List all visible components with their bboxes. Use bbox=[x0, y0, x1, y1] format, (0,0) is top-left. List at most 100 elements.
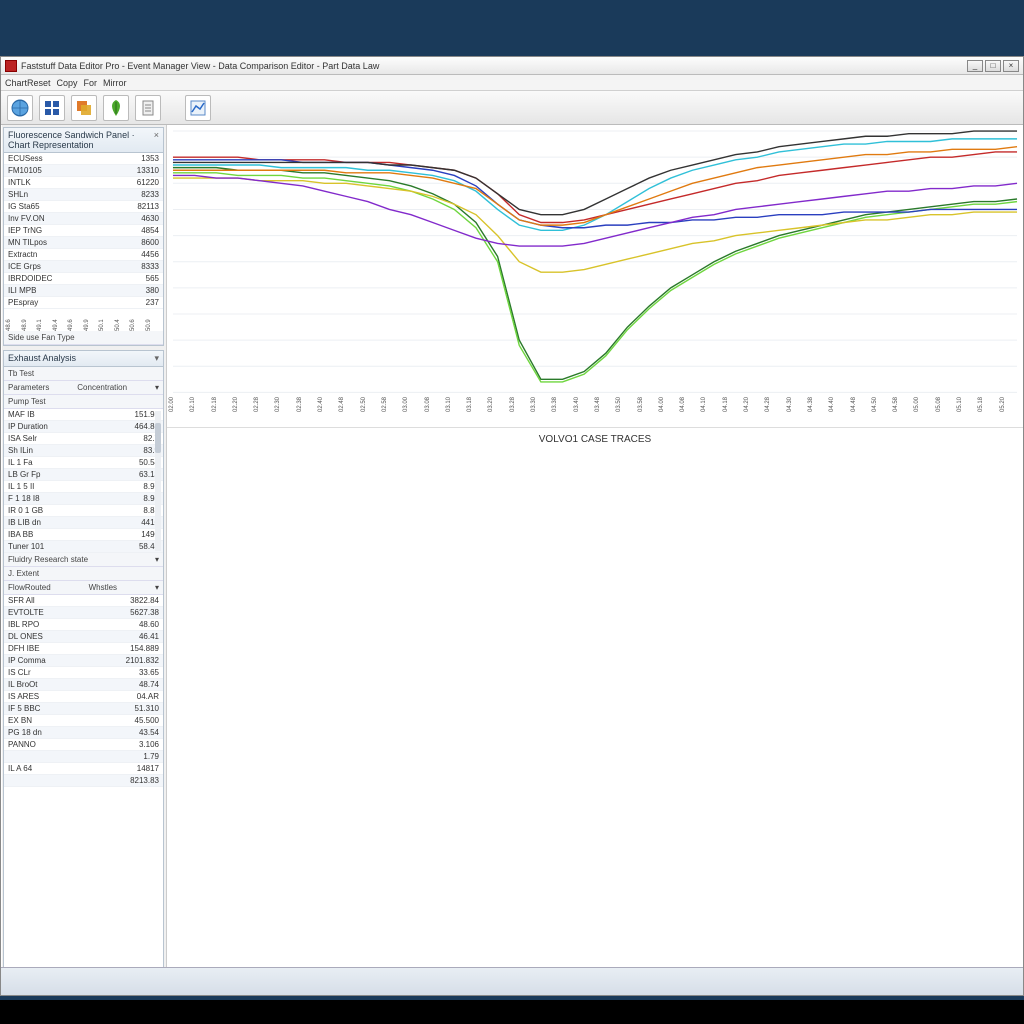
table-row[interactable]: IB LIB dn4416 bbox=[4, 517, 163, 529]
param-name: IBRDOIDEC bbox=[4, 273, 99, 285]
group-label: Pump Test bbox=[8, 397, 46, 406]
scrollbar-thumb[interactable] bbox=[155, 423, 161, 453]
table-row[interactable]: 1.79 bbox=[4, 751, 163, 763]
tick-label: 04.18 bbox=[723, 397, 744, 427]
param-name: PG 18 dn bbox=[4, 727, 99, 739]
table-row[interactable]: IS ARES04.AR bbox=[4, 691, 163, 703]
table-row[interactable]: LB Gr Fp63.13 bbox=[4, 469, 163, 481]
table-row[interactable]: IR 0 1 GB8.81 bbox=[4, 505, 163, 517]
chevron-down-icon[interactable]: ▾ bbox=[155, 555, 159, 564]
globe-icon[interactable] bbox=[7, 95, 33, 121]
table-row[interactable]: MN TILpos8600 bbox=[4, 237, 163, 249]
chart-series[interactable] bbox=[173, 168, 1017, 380]
param-value: 3.106 bbox=[99, 739, 163, 751]
line-chart[interactable] bbox=[167, 125, 1023, 427]
table-row[interactable]: DFH IBE154.889 bbox=[4, 643, 163, 655]
param-value: 58.46 bbox=[99, 541, 163, 553]
tick-label: 02.38 bbox=[297, 397, 318, 427]
table-row[interactable]: ECUSess1353 bbox=[4, 153, 163, 165]
table-row[interactable]: EX BN45.500 bbox=[4, 715, 163, 727]
table-row[interactable]: FM1010513310 bbox=[4, 165, 163, 177]
panel-close-icon[interactable]: × bbox=[154, 130, 159, 150]
param-value: 83.9 bbox=[99, 445, 163, 457]
grid-icon[interactable] bbox=[39, 95, 65, 121]
tick-label: 04.20 bbox=[744, 397, 765, 427]
menu-item[interactable]: ChartReset bbox=[5, 78, 51, 88]
table-row[interactable]: ISA Selr82.7 bbox=[4, 433, 163, 445]
table-row[interactable]: IP Comma2101.832 bbox=[4, 655, 163, 667]
param-value: 43.54 bbox=[99, 727, 163, 739]
table-row[interactable]: IS CLr33.65 bbox=[4, 667, 163, 679]
param-value: 464.86 bbox=[99, 421, 163, 433]
table-row[interactable]: IL 1 5 II8.97 bbox=[4, 481, 163, 493]
panel-header[interactable]: Fluorescence Sandwich Panel · Chart Repr… bbox=[4, 128, 163, 153]
chevron-down-icon[interactable]: ▾ bbox=[155, 383, 159, 392]
tick-label: 05.08 bbox=[936, 397, 957, 427]
doc-icon[interactable] bbox=[135, 95, 161, 121]
tick-label: 02.20 bbox=[233, 397, 254, 427]
overlay-icon[interactable] bbox=[71, 95, 97, 121]
table-row[interactable]: Inv FV.ON4630 bbox=[4, 213, 163, 225]
param-value: 1490 bbox=[99, 529, 163, 541]
panel-header[interactable]: Exhaust Analysis ▾ bbox=[4, 351, 163, 367]
param-name: IL 1 5 II bbox=[4, 481, 99, 493]
tick-label: 04.50 bbox=[872, 397, 893, 427]
sub-label: Tb Test bbox=[8, 369, 34, 378]
table-row[interactable]: Extractn4456 bbox=[4, 249, 163, 261]
table-row[interactable]: IL A 6414817 bbox=[4, 763, 163, 775]
menu-item[interactable]: For bbox=[84, 78, 98, 88]
chevron-down-icon[interactable]: ▾ bbox=[154, 353, 159, 364]
table-row[interactable]: ILI MPB380 bbox=[4, 285, 163, 297]
titlebar[interactable]: Faststuff Data Editor Pro - Event Manage… bbox=[1, 57, 1023, 75]
param-name: FM10105 bbox=[4, 165, 99, 177]
param-value: 1353 bbox=[99, 153, 163, 165]
minimize-button[interactable]: _ bbox=[967, 60, 983, 72]
param-name: IBA BB bbox=[4, 529, 99, 541]
table-row[interactable]: IF 5 BBC51.310 bbox=[4, 703, 163, 715]
maximize-button[interactable]: □ bbox=[985, 60, 1001, 72]
table-row[interactable]: PEspray237 bbox=[4, 297, 163, 309]
table-row[interactable]: IP Duration464.86 bbox=[4, 421, 163, 433]
param-name: Sh ILin bbox=[4, 445, 99, 457]
table-row[interactable]: ICE Grps8333 bbox=[4, 261, 163, 273]
param-name: ILI MPB bbox=[4, 285, 99, 297]
menu-item[interactable]: Copy bbox=[57, 78, 78, 88]
close-button[interactable]: × bbox=[1003, 60, 1019, 72]
table-row[interactable]: IBL RPO48.60 bbox=[4, 619, 163, 631]
param-name: LB Gr Fp bbox=[4, 469, 99, 481]
table-row[interactable]: IG Sta6582113 bbox=[4, 201, 163, 213]
table-row[interactable]: IL 1 Fa50.54 bbox=[4, 457, 163, 469]
table-row[interactable]: IBA BB1490 bbox=[4, 529, 163, 541]
table-row[interactable]: SFR All3822.84 bbox=[4, 595, 163, 607]
table-row[interactable]: IEP TrNG4854 bbox=[4, 225, 163, 237]
table-row[interactable]: INTLK61220 bbox=[4, 177, 163, 189]
table-row[interactable]: PANNO3.106 bbox=[4, 739, 163, 751]
menu-item[interactable]: Mirror bbox=[103, 78, 127, 88]
panel-footer-label: Side use Fan Type bbox=[8, 333, 75, 342]
tick-label: 48.6 bbox=[6, 309, 22, 331]
table-row[interactable]: Sh ILin83.9 bbox=[4, 445, 163, 457]
table-row[interactable]: F 1 18 I88.98 bbox=[4, 493, 163, 505]
chevron-down-icon[interactable]: ▾ bbox=[155, 583, 159, 592]
param-value: 46.41 bbox=[99, 631, 163, 643]
param-name: DFH IBE bbox=[4, 643, 99, 655]
table-row[interactable]: 8213.83 bbox=[4, 775, 163, 787]
tick-label: 05.18 bbox=[978, 397, 999, 427]
table-row[interactable]: IL BroOt48.74 bbox=[4, 679, 163, 691]
table-row[interactable]: PG 18 dn43.54 bbox=[4, 727, 163, 739]
table-row[interactable]: EVTOLTE5627.38 bbox=[4, 607, 163, 619]
tick-label: 03.08 bbox=[425, 397, 446, 427]
tick-label: 02.50 bbox=[361, 397, 382, 427]
table-row[interactable]: MAF IB151.98 bbox=[4, 409, 163, 421]
table-row[interactable]: Tuner 10158.46 bbox=[4, 541, 163, 553]
leaf-icon[interactable] bbox=[103, 95, 129, 121]
param-value: 151.98 bbox=[99, 409, 163, 421]
tick-label: 04.40 bbox=[829, 397, 850, 427]
chart-icon[interactable] bbox=[185, 95, 211, 121]
tick-label: 03.48 bbox=[595, 397, 616, 427]
taskbar[interactable] bbox=[1, 967, 1023, 995]
table-row[interactable]: IBRDOIDEC565 bbox=[4, 273, 163, 285]
table-row[interactable]: DL ONES46.41 bbox=[4, 631, 163, 643]
table-row[interactable]: SHLn8233 bbox=[4, 189, 163, 201]
chart-series[interactable] bbox=[173, 178, 1017, 272]
